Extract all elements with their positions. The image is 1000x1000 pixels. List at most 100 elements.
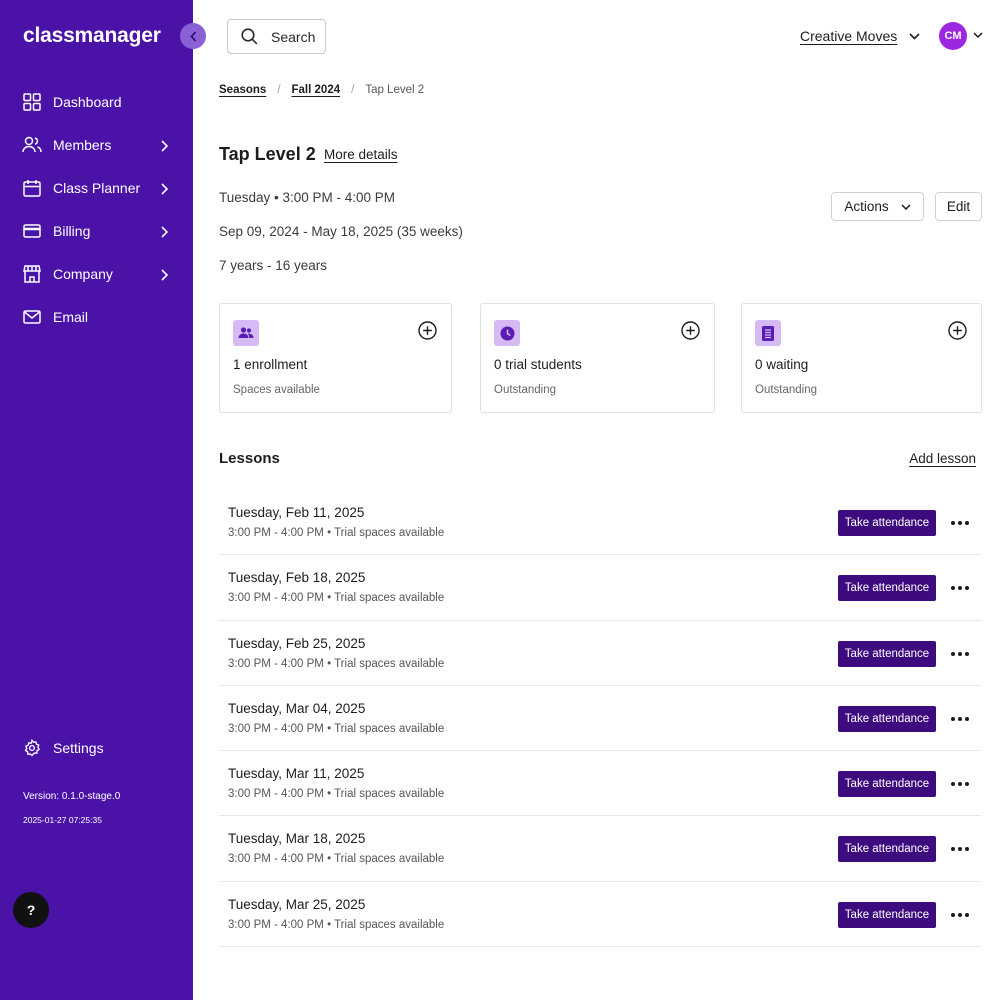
chevron-right-icon — [160, 268, 169, 284]
more-horizontal-icon — [951, 912, 969, 917]
chevron-right-icon — [160, 139, 169, 155]
take-attendance-button[interactable]: Take attendance — [838, 705, 936, 732]
build-timestamp: 2025-01-27 07:25:35 — [23, 815, 102, 825]
take-attendance-button[interactable]: Take attendance — [838, 510, 936, 536]
grid-icon — [22, 92, 42, 112]
lesson-meta: 3:00 PM - 4:00 PM • Trial spaces availab… — [228, 592, 445, 605]
breadcrumb-season[interactable]: Fall 2024 — [292, 84, 341, 96]
sidebar-item-label: Dashboard — [53, 94, 122, 110]
lesson-meta: 3:00 PM - 4:00 PM • Trial spaces availab… — [228, 918, 445, 931]
organization-name: Creative Moves — [800, 28, 898, 44]
stat-subtitle: Spaces available — [233, 384, 320, 396]
sidebar-item-dashboard[interactable]: Dashboard — [22, 90, 182, 114]
breadcrumb-seasons[interactable]: Seasons — [219, 84, 266, 96]
more-details-link[interactable]: More details — [324, 147, 398, 162]
class-age-range: 7 years - 16 years — [219, 258, 328, 273]
lesson-date[interactable]: Tuesday, Mar 25, 2025 — [228, 897, 365, 912]
users-icon — [22, 135, 42, 155]
chevron-right-icon — [160, 182, 169, 198]
more-horizontal-icon — [951, 651, 969, 656]
more-options-button[interactable] — [949, 773, 971, 795]
user-avatar[interactable]: CM — [939, 22, 967, 50]
sidebar-item-members[interactable]: Members — [22, 133, 182, 157]
lesson-date[interactable]: Tuesday, Feb 11, 2025 — [228, 505, 364, 520]
chevron-down-icon — [901, 203, 911, 210]
search-icon — [241, 28, 271, 45]
lesson-row: Tuesday, Feb 25, 2025 3:00 PM - 4:00 PM •… — [219, 621, 981, 686]
clock-icon — [494, 320, 520, 346]
lesson-meta: 3:00 PM - 4:00 PM • Trial spaces availab… — [228, 722, 445, 735]
lesson-row: Tuesday, Mar 04, 2025 3:00 PM - 4:00 PM •… — [219, 686, 981, 752]
take-attendance-button[interactable]: Take attendance — [838, 640, 936, 667]
breadcrumb-current: Tap Level 2 — [365, 84, 425, 96]
add-lesson-link[interactable]: Add lesson — [909, 451, 976, 466]
breadcrumb: Seasons / Fall 2024 / Tap Level 2 — [219, 84, 424, 96]
lesson-date[interactable]: Tuesday, Mar 11, 2025 — [228, 766, 364, 781]
actions-dropdown[interactable]: Actions — [831, 192, 924, 221]
take-attendance-button[interactable]: Take attendance — [838, 771, 936, 798]
more-options-button[interactable] — [949, 838, 971, 860]
calendar-icon — [22, 178, 42, 198]
sidebar-item-settings[interactable]: Settings — [22, 736, 182, 760]
lesson-row: Tuesday, Mar 11, 2025 3:00 PM - 4:00 PM •… — [219, 751, 981, 817]
lesson-row: Tuesday, Mar 25, 2025 3:00 PM - 4:00 PM •… — [219, 882, 981, 948]
class-schedule: Tuesday • 3:00 PM - 4:00 PM — [219, 190, 396, 205]
sidebar-item-class-planner[interactable]: Class Planner — [22, 176, 182, 200]
lesson-meta: 3:00 PM - 4:00 PM • Trial spaces availab… — [228, 788, 445, 801]
chevron-down-icon[interactable] — [973, 32, 983, 38]
breadcrumb-separator: / — [351, 84, 355, 96]
lessons-title: Lessons — [219, 450, 280, 467]
lesson-meta: 3:00 PM - 4:00 PM • Trial spaces availab… — [228, 527, 445, 539]
trial-students-card: 0 trial students Outstanding — [480, 303, 715, 413]
sidebar: classmanager Dashboard Members Class Pla… — [0, 0, 193, 1000]
edit-button[interactable]: Edit — [935, 192, 982, 221]
stat-subtitle: Outstanding — [494, 384, 557, 396]
more-horizontal-icon — [951, 586, 969, 591]
credit-card-icon — [22, 221, 42, 241]
sidebar-item-label: Email — [53, 309, 89, 325]
enrollment-card: 1 enrollment Spaces available — [219, 303, 452, 413]
sidebar-item-company[interactable]: Company — [22, 262, 182, 286]
search-label: Search — [271, 28, 316, 45]
more-horizontal-icon — [951, 716, 969, 721]
stat-title: 0 waiting — [755, 357, 809, 372]
storefront-icon — [22, 264, 42, 284]
lessons-list: Tuesday, Feb 11, 2025 3:00 PM - 4:00 PM •… — [219, 490, 981, 948]
page-title: Tap Level 2 — [219, 144, 316, 164]
search-button[interactable]: Search — [227, 19, 326, 54]
lesson-row: Tuesday, Mar 18, 2025 3:00 PM - 4:00 PM •… — [219, 816, 981, 882]
more-horizontal-icon — [951, 847, 969, 852]
app-logo[interactable]: classmanager — [23, 24, 161, 48]
help-button[interactable]: ? — [13, 892, 49, 928]
more-options-button[interactable] — [949, 512, 971, 534]
chevron-right-icon — [160, 225, 169, 241]
chevron-left-icon — [189, 30, 197, 42]
take-attendance-button[interactable]: Take attendance — [838, 575, 936, 602]
sidebar-item-billing[interactable]: Billing — [22, 219, 182, 243]
more-options-button[interactable] — [949, 643, 971, 665]
sidebar-item-label: Billing — [53, 223, 91, 239]
add-enrollment-button[interactable] — [418, 321, 437, 345]
lesson-meta: 3:00 PM - 4:00 PM • Trial spaces availab… — [228, 853, 445, 866]
lesson-row: Tuesday, Feb 18, 2025 3:00 PM - 4:00 PM •… — [219, 555, 981, 621]
sidebar-item-label: Members — [53, 137, 112, 153]
more-options-button[interactable] — [949, 708, 971, 730]
more-options-button[interactable] — [949, 577, 971, 599]
organization-switcher[interactable]: Creative Moves — [800, 28, 920, 44]
sidebar-item-label: Company — [53, 266, 113, 282]
lesson-date[interactable]: Tuesday, Feb 25, 2025 — [228, 636, 365, 651]
lesson-date[interactable]: Tuesday, Feb 18, 2025 — [228, 570, 365, 585]
take-attendance-button[interactable]: Take attendance — [838, 836, 936, 863]
add-waiting-button[interactable] — [948, 321, 967, 345]
stat-title: 1 enrollment — [233, 357, 308, 372]
lesson-date[interactable]: Tuesday, Mar 04, 2025 — [228, 701, 365, 716]
more-options-button[interactable] — [949, 904, 971, 926]
class-date-range: Sep 09, 2024 - May 18, 2025 (35 weeks) — [219, 224, 463, 239]
lesson-date[interactable]: Tuesday, Mar 18, 2025 — [228, 831, 365, 846]
sidebar-item-email[interactable]: Email — [22, 305, 182, 329]
collapse-sidebar-button[interactable] — [180, 23, 206, 49]
actions-label: Actions — [844, 199, 889, 214]
lesson-meta: 3:00 PM - 4:00 PM • Trial spaces availab… — [228, 657, 445, 670]
add-trial-student-button[interactable] — [681, 321, 700, 345]
take-attendance-button[interactable]: Take attendance — [838, 901, 936, 928]
